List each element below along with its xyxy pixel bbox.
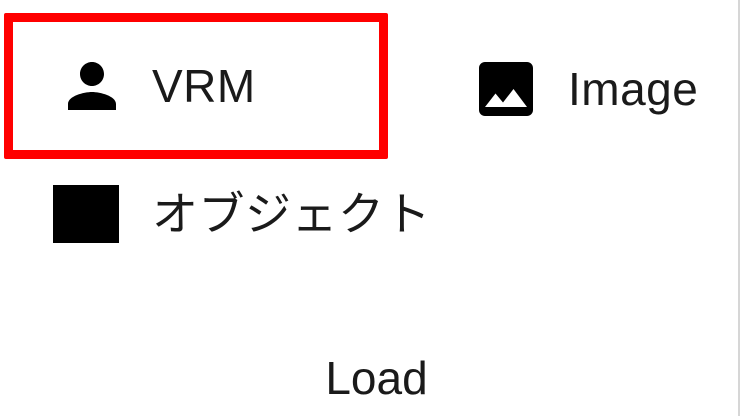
- ribbon-group-load: VRM Image オブジェクト Load: [0, 0, 753, 416]
- square-icon: [50, 178, 122, 250]
- group-divider: [738, 0, 740, 416]
- vrm-button-label: VRM: [152, 60, 256, 112]
- image-button[interactable]: Image: [470, 45, 730, 133]
- vrm-button[interactable]: VRM: [4, 13, 388, 159]
- person-icon: [56, 50, 128, 122]
- image-icon: [470, 53, 542, 125]
- object-button-label: オブジェクト: [152, 188, 431, 240]
- image-button-label: Image: [568, 63, 699, 115]
- object-button[interactable]: オブジェクト: [50, 174, 470, 254]
- group-label: Load: [325, 352, 428, 404]
